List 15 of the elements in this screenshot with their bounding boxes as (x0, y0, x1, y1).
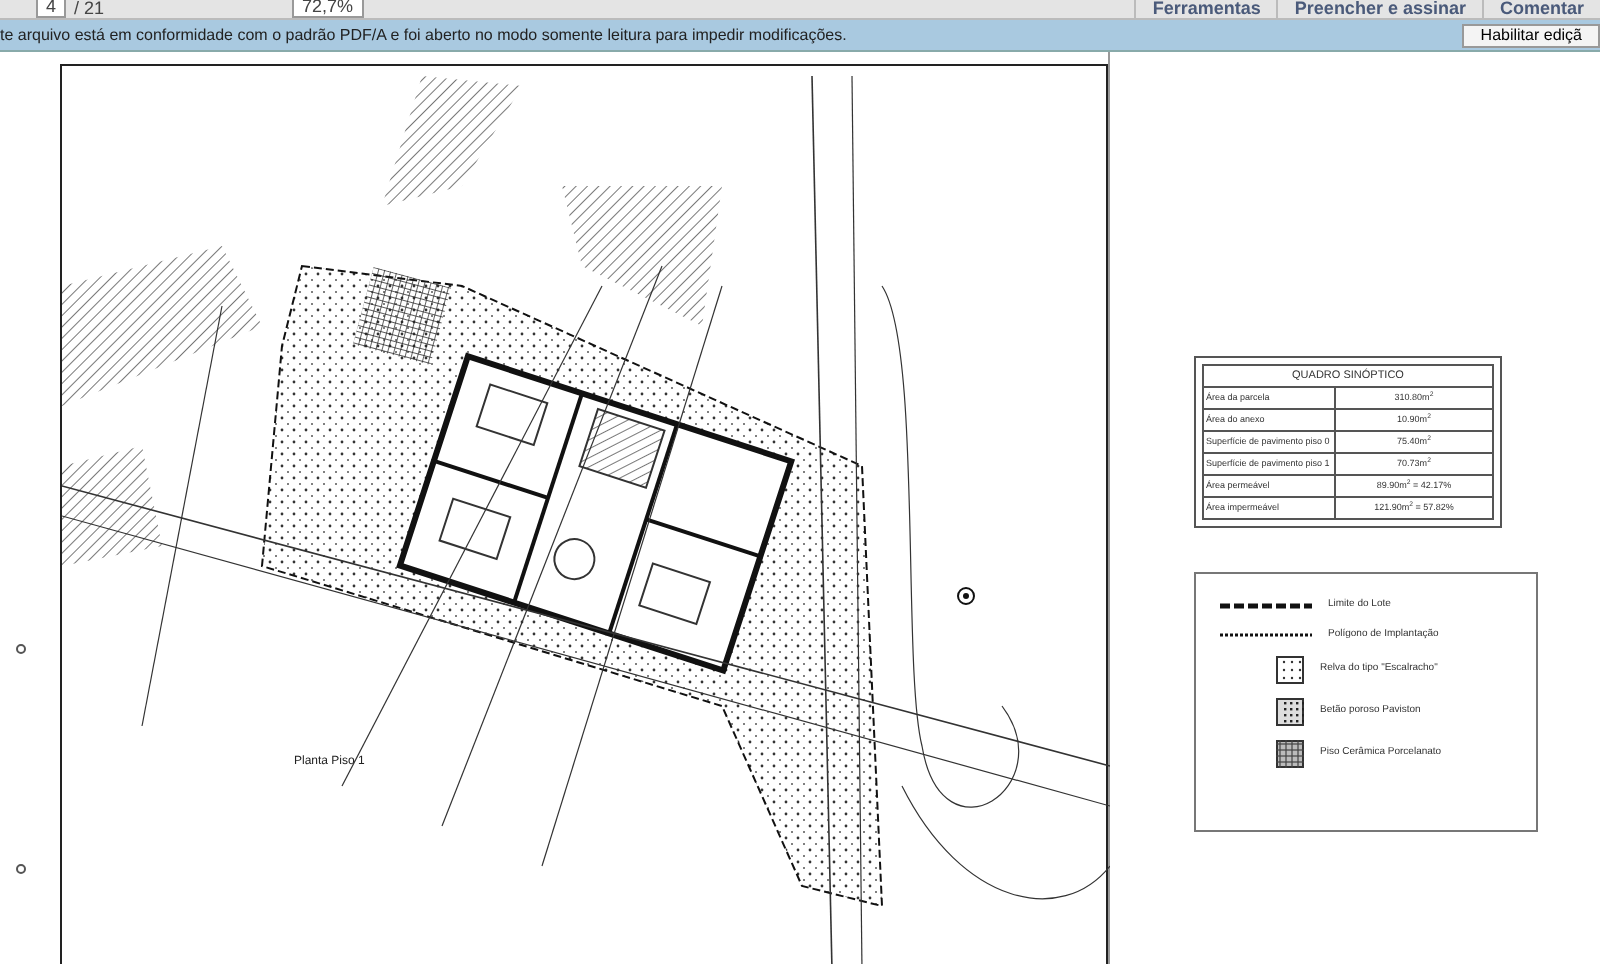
dashed-line-icon (1220, 601, 1312, 610)
circle-mark-icon (16, 644, 26, 654)
toolbar-tab[interactable]: Preencher e assinar (1276, 0, 1482, 18)
page-count: / 21 (74, 0, 105, 18)
toolbar-tab[interactable]: Ferramentas (1134, 0, 1277, 18)
toolbar-tab[interactable]: Comentar (1481, 0, 1600, 18)
dotted-pattern-icon (1276, 656, 1304, 684)
enable-editing-button[interactable]: Habilitar ediçã (1462, 23, 1600, 47)
dotted-line-icon (1220, 631, 1312, 638)
speckled-pattern-icon (1276, 698, 1304, 726)
notice-text: te arquivo está em conformidade com o padrão PDF/A e foi aberto no modo somente leitura para impedir modificações. (0, 23, 847, 47)
crosshatch-pattern-icon (1276, 740, 1304, 768)
circle-mark-icon (16, 864, 26, 874)
page-number-field[interactable]: 4 (36, 0, 67, 18)
zoom-field[interactable]: 72,7% (292, 0, 364, 18)
